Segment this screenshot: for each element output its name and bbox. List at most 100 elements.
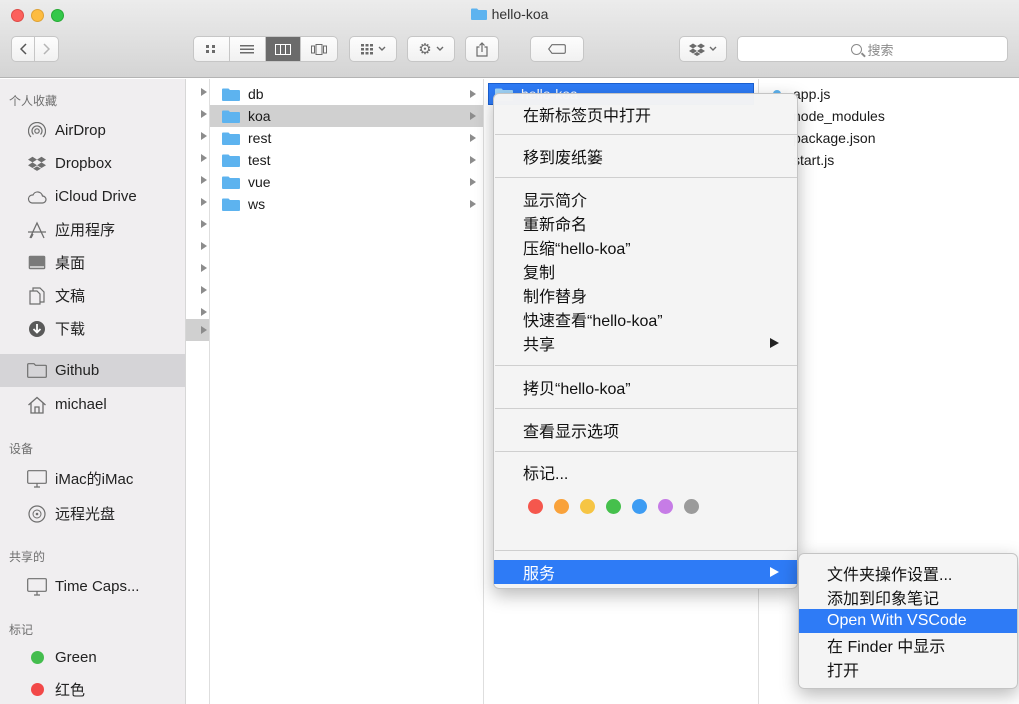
- menu-item-quick-look[interactable]: 快速查看“hello-koa”: [494, 307, 797, 331]
- disclosure-triangle-icon: [470, 90, 476, 98]
- list-item[interactable]: db: [210, 83, 483, 105]
- list-item[interactable]: ws: [210, 193, 483, 215]
- columns-icon: [274, 43, 291, 55]
- search-field[interactable]: 搜索: [737, 36, 1008, 62]
- tag-orange-dot[interactable]: [554, 499, 569, 514]
- tag-icon: [548, 44, 566, 54]
- list-item[interactable]: rest: [210, 127, 483, 149]
- forward-button[interactable]: [35, 37, 58, 61]
- menu-item-services[interactable]: 服务: [494, 560, 797, 584]
- tag-red-dot[interactable]: [528, 499, 543, 514]
- sidebar-item-downloads[interactable]: 下载: [0, 312, 185, 345]
- sidebar-item-michael[interactable]: michael: [0, 388, 185, 421]
- list-view-button[interactable]: [230, 37, 266, 61]
- menu-item-label: 快速查看“hello-koa”: [523, 313, 663, 330]
- menu-item-rename[interactable]: 重新命名: [494, 211, 797, 235]
- tag-green-dot[interactable]: [606, 499, 621, 514]
- menu-separator: [495, 365, 797, 366]
- disclosure-triangle-icon: [470, 178, 476, 186]
- menu-item-add-to-evernote[interactable]: 添加到印象笔记: [799, 585, 1017, 609]
- tag-purple-dot[interactable]: [658, 499, 673, 514]
- airdrop-icon: [27, 121, 47, 140]
- item-name: rest: [248, 130, 272, 146]
- menu-separator: [495, 451, 797, 452]
- sidebar-item-desktop[interactable]: 桌面: [0, 246, 185, 279]
- column-view-button[interactable]: [265, 37, 302, 61]
- item-name: package.json: [793, 130, 876, 146]
- sidebar-header-devices: 设备: [9, 442, 34, 456]
- disclosure-triangle-icon: [201, 264, 207, 272]
- sidebar-item-imac[interactable]: iMac的iMac: [0, 462, 185, 495]
- sidebar-item-tag-red[interactable]: 红色: [0, 673, 185, 704]
- folder-icon: [222, 88, 240, 101]
- menu-item-open-in-new-tab[interactable]: 在新标签页中打开: [494, 102, 797, 126]
- window-title: hello-koa: [0, 6, 1019, 22]
- sidebar-item-documents[interactable]: 文稿: [0, 279, 185, 312]
- tag-color-picker: [528, 499, 710, 514]
- gear-icon: ⚙: [418, 41, 432, 58]
- submenu-arrow-icon: [770, 338, 779, 348]
- share-button[interactable]: [465, 36, 499, 62]
- sidebar-item-time-capsule[interactable]: Time Caps...: [0, 570, 185, 603]
- menu-item-open-with-vscode[interactable]: Open With VSCode: [799, 609, 1017, 633]
- cover-flow-icon: [311, 43, 328, 55]
- sidebar-item-label: 应用程序: [55, 222, 116, 239]
- menu-item-label: 在新标签页中打开: [523, 108, 652, 125]
- tag-dot-icon: [27, 649, 47, 667]
- sidebar-item-remote-disc[interactable]: 远程光盘: [0, 497, 185, 530]
- sidebar-item-label: iCloud Drive: [55, 188, 137, 205]
- column-github[interactable]: [186, 79, 210, 704]
- column-parent[interactable]: db koa rest test vue ws: [210, 79, 484, 704]
- disclosure-triangle-icon: [201, 242, 207, 250]
- download-icon: [27, 320, 47, 338]
- list-item[interactable]: koa: [210, 105, 483, 127]
- menu-item-show-view-options[interactable]: 查看显示选项: [494, 418, 797, 442]
- chevron-down-icon: [709, 46, 717, 51]
- sidebar-item-applications[interactable]: 应用程序: [0, 213, 185, 246]
- arrange-button[interactable]: [349, 36, 397, 62]
- menu-separator: [495, 550, 797, 551]
- menu-item-open[interactable]: 打开: [799, 657, 1017, 681]
- sidebar-item-dropbox[interactable]: Dropbox: [0, 147, 185, 180]
- dropbox-toolbar-button[interactable]: [679, 36, 727, 62]
- back-button[interactable]: [12, 37, 36, 61]
- tag-yellow-dot[interactable]: [580, 499, 595, 514]
- nav-back-forward: [11, 36, 59, 62]
- menu-item-duplicate[interactable]: 复制: [494, 259, 797, 283]
- menu-item-share[interactable]: 共享: [494, 331, 797, 355]
- menu-item-copy[interactable]: 拷贝“hello-koa”: [494, 375, 797, 399]
- menu-item-move-to-trash[interactable]: 移到废纸篓: [494, 144, 797, 168]
- monitor-icon: [27, 469, 47, 488]
- tag-blue-dot[interactable]: [632, 499, 647, 514]
- disclosure-triangle-icon: [201, 326, 207, 334]
- sidebar-item-github[interactable]: Github: [0, 354, 185, 387]
- sidebar-item-icloud-drive[interactable]: iCloud Drive: [0, 180, 185, 213]
- folder-icon: [470, 8, 487, 20]
- sidebar-item-label: 文稿: [55, 288, 86, 305]
- list-item[interactable]: vue: [210, 171, 483, 193]
- menu-item-show-in-finder[interactable]: 在 Finder 中显示: [799, 633, 1017, 657]
- disclosure-triangle-icon: [201, 286, 207, 294]
- menu-item-tags[interactable]: 标记...: [494, 460, 797, 484]
- action-button[interactable]: ⚙: [407, 36, 455, 62]
- folder-icon: [222, 176, 240, 189]
- sidebar-header-shared: 共享的: [9, 550, 46, 564]
- menu-item-label: 显示简介: [523, 193, 588, 210]
- sidebar-item-tag-green[interactable]: Green: [0, 641, 185, 674]
- menu-item-get-info[interactable]: 显示简介: [494, 187, 797, 211]
- sidebar-item-label: 红色: [55, 682, 86, 699]
- selected-row: [186, 319, 209, 341]
- menu-separator: [495, 408, 797, 409]
- cover-flow-button[interactable]: [301, 37, 337, 61]
- disclosure-triangle-icon: [470, 200, 476, 208]
- menu-item-compress[interactable]: 压缩“hello-koa”: [494, 235, 797, 259]
- menu-item-folder-actions-setup[interactable]: 文件夹操作设置...: [799, 561, 1017, 585]
- tag-gray-dot[interactable]: [684, 499, 699, 514]
- menu-item-make-alias[interactable]: 制作替身: [494, 283, 797, 307]
- list-item[interactable]: test: [210, 149, 483, 171]
- sidebar-item-airdrop[interactable]: AirDrop: [0, 114, 185, 147]
- disclosure-triangle-icon: [201, 110, 207, 118]
- folder-icon: [222, 110, 240, 123]
- icon-view-button[interactable]: [194, 37, 230, 61]
- edit-tags-button[interactable]: [530, 36, 584, 62]
